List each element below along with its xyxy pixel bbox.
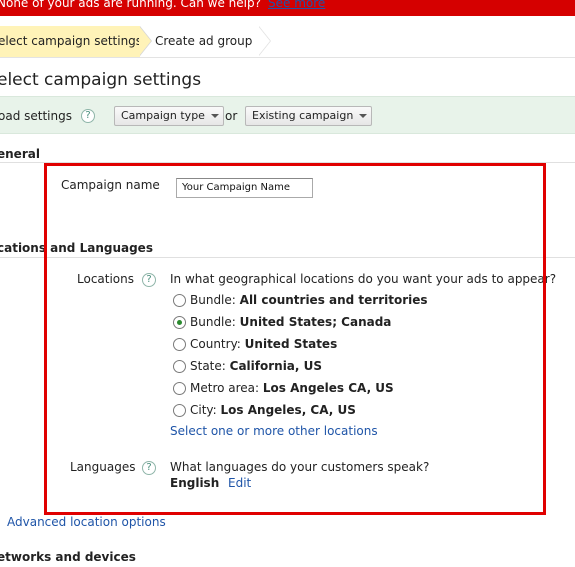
- location-option-label: State: California, US: [190, 359, 322, 373]
- languages-label: Languages: [70, 460, 136, 474]
- radio-button[interactable]: [173, 294, 186, 307]
- advanced-location-options-link[interactable]: Advanced location options: [7, 515, 166, 529]
- locations-languages-heading: cations and Languages: [0, 241, 153, 255]
- languages-value: English: [170, 476, 220, 490]
- option-value: All countries and territories: [239, 293, 428, 307]
- option-prefix: Country:: [190, 337, 241, 351]
- location-option-label: Bundle: All countries and territories: [190, 293, 428, 307]
- or-text: or: [225, 109, 238, 123]
- location-option-label: City: Los Angeles, CA, US: [190, 403, 356, 417]
- step-select-campaign-settings[interactable]: elect campaign settings: [0, 26, 143, 57]
- select-other-locations-link[interactable]: Select one or more other locations: [170, 424, 378, 438]
- option-value: Los Angeles, CA, US: [220, 403, 356, 417]
- radio-button[interactable]: [173, 360, 186, 373]
- campaign-type-label: Campaign type: [121, 109, 205, 122]
- chevron-down-icon: [359, 114, 368, 118]
- location-option-label: Country: United States: [190, 337, 337, 351]
- option-value: California, US: [229, 359, 323, 373]
- locations-label: Locations: [77, 272, 135, 286]
- campaign-name-input[interactable]: Your Campaign Name: [176, 178, 313, 198]
- option-prefix: Metro area:: [190, 381, 260, 395]
- load-settings-label: oad settings: [0, 109, 72, 123]
- option-prefix: State:: [190, 359, 226, 373]
- radio-button-selected[interactable]: [173, 316, 186, 329]
- see-more-link[interactable]: See more: [268, 0, 325, 9]
- help-icon[interactable]: ?: [142, 273, 156, 287]
- languages-question: What languages do your customers speak?: [170, 460, 430, 474]
- help-icon[interactable]: ?: [142, 461, 156, 475]
- section-divider: [0, 257, 575, 258]
- page-title: elect campaign settings: [0, 70, 202, 90]
- chevron-down-icon: [210, 114, 219, 118]
- radio-button[interactable]: [173, 382, 186, 395]
- step-active-label: elect campaign settings: [0, 34, 143, 48]
- help-icon[interactable]: ?: [81, 109, 95, 123]
- campaign-name-label: Campaign name: [61, 178, 160, 192]
- radio-button[interactable]: [173, 338, 186, 351]
- alert-text: None of your ads are running. Can we hel…: [0, 0, 261, 10]
- alert-bar: None of your ads are running. Can we hel…: [0, 0, 575, 16]
- general-heading: eneral: [0, 147, 40, 161]
- section-divider: [0, 162, 575, 163]
- locations-question: In what geographical locations do you wa…: [170, 272, 557, 286]
- existing-campaign-label: Existing campaign: [252, 109, 354, 122]
- option-value: Los Angeles CA, US: [262, 381, 394, 395]
- option-prefix: Bundle:: [190, 315, 236, 329]
- step-create-ad-group[interactable]: Create ad group: [155, 26, 252, 57]
- location-option-label: Metro area: Los Angeles CA, US: [190, 381, 394, 395]
- campaign-type-dropdown[interactable]: Campaign type: [114, 106, 224, 126]
- location-option-label: Bundle: United States; Canada: [190, 315, 391, 329]
- option-value: United States: [244, 337, 338, 351]
- option-value: United States; Canada: [239, 315, 392, 329]
- edit-languages-link[interactable]: Edit: [228, 476, 251, 490]
- existing-campaign-dropdown[interactable]: Existing campaign: [245, 106, 373, 126]
- step-arrow-fill: [258, 26, 270, 56]
- step-breadcrumb: elect campaign settings Create ad group: [0, 26, 575, 58]
- load-settings-bar: oad settings ? Campaign type or Existing…: [0, 96, 575, 134]
- networks-devices-heading: etworks and devices: [0, 550, 136, 564]
- option-prefix: Bundle:: [190, 293, 236, 307]
- option-prefix: City:: [190, 403, 217, 417]
- step-arrow-fill: [139, 26, 151, 56]
- radio-button[interactable]: [173, 404, 186, 417]
